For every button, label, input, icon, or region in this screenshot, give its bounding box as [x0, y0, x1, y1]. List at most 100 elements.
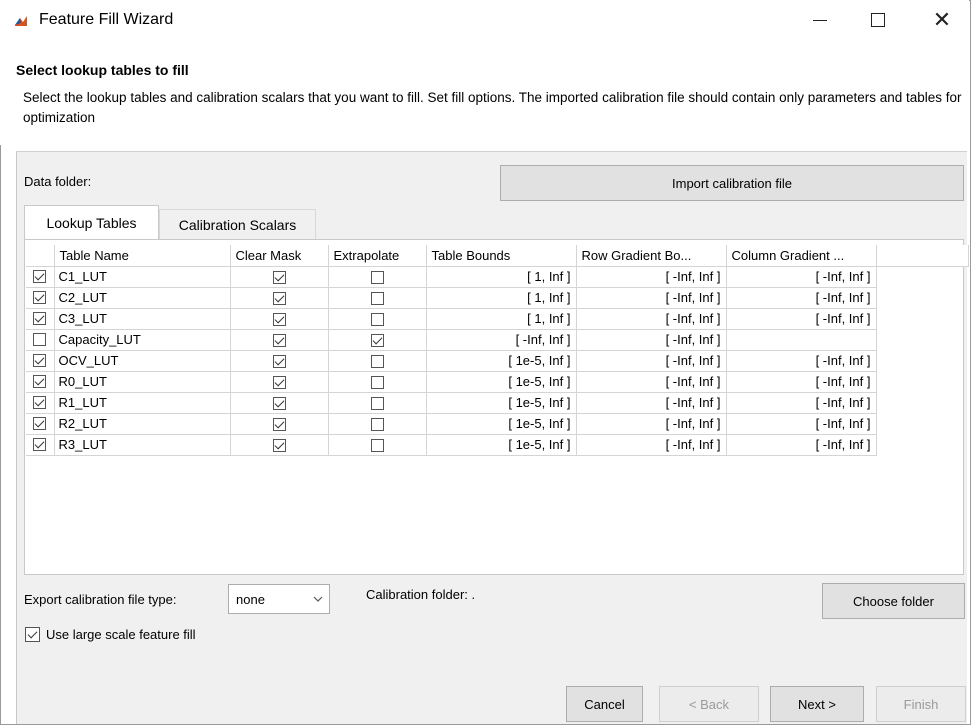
- row-select-cell[interactable]: [26, 413, 55, 435]
- export-file-type-select[interactable]: none: [228, 584, 330, 614]
- table-bounds-cell[interactable]: [ 1, Inf ]: [426, 287, 577, 309]
- extrapolate-checkbox[interactable]: [370, 397, 384, 411]
- table-name-cell[interactable]: R1_LUT: [54, 392, 231, 414]
- row-select-cell[interactable]: [26, 266, 55, 288]
- clear-mask-checkbox[interactable]: [272, 313, 286, 327]
- row-select-checkbox[interactable]: [33, 354, 47, 367]
- row-select-checkbox[interactable]: [33, 396, 47, 409]
- row-select-checkbox[interactable]: [33, 291, 47, 304]
- table-bounds-cell[interactable]: [ 1e-5, Inf ]: [426, 392, 577, 414]
- row-select-checkbox[interactable]: [33, 417, 47, 430]
- close-button[interactable]: ✕: [920, 0, 964, 40]
- extrapolate-cell[interactable]: [328, 413, 427, 435]
- chevron-down-icon[interactable]: [307, 585, 329, 613]
- clear-mask-checkbox[interactable]: [272, 334, 286, 348]
- column-header-select[interactable]: [26, 245, 55, 267]
- import-calibration-button[interactable]: Import calibration file: [500, 165, 964, 201]
- clear-mask-cell[interactable]: [230, 287, 329, 309]
- row-gradient-cell[interactable]: [ -Inf, Inf ]: [576, 329, 727, 351]
- back-button[interactable]: < Back: [659, 686, 759, 722]
- table-row[interactable]: R3_LUT[ 1e-5, Inf ][ -Inf, Inf ][ -Inf, …: [26, 434, 968, 456]
- clear-mask-checkbox[interactable]: [272, 439, 286, 453]
- extrapolate-cell[interactable]: [328, 308, 427, 330]
- tab-lookup-tables[interactable]: Lookup Tables: [24, 205, 159, 239]
- table-bounds-cell[interactable]: [ 1e-5, Inf ]: [426, 371, 577, 393]
- column-header-table-bounds[interactable]: Table Bounds: [426, 245, 577, 267]
- clear-mask-cell[interactable]: [230, 371, 329, 393]
- clear-mask-checkbox[interactable]: [272, 376, 286, 390]
- table-name-cell[interactable]: C1_LUT: [54, 266, 231, 288]
- extrapolate-cell[interactable]: [328, 287, 427, 309]
- extrapolate-checkbox[interactable]: [370, 271, 384, 285]
- row-select-cell[interactable]: [26, 434, 55, 456]
- column-header-row-gradient[interactable]: Row Gradient Bo...: [576, 245, 727, 267]
- table-row[interactable]: R2_LUT[ 1e-5, Inf ][ -Inf, Inf ][ -Inf, …: [26, 413, 968, 435]
- finish-button[interactable]: Finish: [876, 686, 966, 722]
- table-row[interactable]: R0_LUT[ 1e-5, Inf ][ -Inf, Inf ][ -Inf, …: [26, 371, 968, 393]
- cancel-button[interactable]: Cancel: [566, 686, 643, 722]
- extrapolate-cell[interactable]: [328, 350, 427, 372]
- table-row[interactable]: Capacity_LUT [ -Inf, Inf ][ -Inf, Inf ]: [26, 329, 968, 351]
- row-gradient-cell[interactable]: [ -Inf, Inf ]: [576, 287, 727, 309]
- clear-mask-checkbox[interactable]: [272, 271, 286, 285]
- row-select-cell[interactable]: [26, 371, 55, 393]
- row-gradient-cell[interactable]: [ -Inf, Inf ]: [576, 266, 727, 288]
- table-bounds-cell[interactable]: [ 1e-5, Inf ]: [426, 413, 577, 435]
- extrapolate-checkbox[interactable]: [370, 439, 384, 453]
- row-gradient-cell[interactable]: [ -Inf, Inf ]: [576, 371, 727, 393]
- column-gradient-cell[interactable]: [ -Inf, Inf ]: [726, 392, 877, 414]
- column-gradient-cell[interactable]: [ -Inf, Inf ]: [726, 287, 877, 309]
- row-select-cell[interactable]: [26, 329, 55, 351]
- column-gradient-cell[interactable]: [ -Inf, Inf ]: [726, 413, 877, 435]
- table-name-cell[interactable]: R2_LUT: [54, 413, 231, 435]
- column-gradient-cell[interactable]: [ -Inf, Inf ]: [726, 308, 877, 330]
- table-row[interactable]: C2_LUT[ 1, Inf ][ -Inf, Inf ][ -Inf, Inf…: [26, 287, 968, 309]
- table-row[interactable]: OCV_LUT[ 1e-5, Inf ][ -Inf, Inf ][ -Inf,…: [26, 350, 968, 372]
- extrapolate-cell[interactable]: [328, 371, 427, 393]
- minimize-button[interactable]: [798, 0, 842, 40]
- table-name-cell[interactable]: C2_LUT: [54, 287, 231, 309]
- row-select-checkbox[interactable]: [33, 438, 47, 451]
- column-header-table-name[interactable]: Table Name: [54, 245, 231, 267]
- choose-folder-button[interactable]: Choose folder: [822, 583, 965, 619]
- extrapolate-checkbox[interactable]: [370, 313, 384, 327]
- clear-mask-cell[interactable]: [230, 350, 329, 372]
- column-header-column-gradient[interactable]: Column Gradient ...: [726, 245, 877, 267]
- next-button[interactable]: Next >: [770, 686, 864, 722]
- table-bounds-cell[interactable]: [ 1, Inf ]: [426, 266, 577, 288]
- table-row[interactable]: C3_LUT[ 1, Inf ][ -Inf, Inf ][ -Inf, Inf…: [26, 308, 968, 330]
- column-gradient-cell[interactable]: [726, 329, 877, 351]
- row-select-checkbox[interactable]: [33, 375, 47, 388]
- extrapolate-checkbox[interactable]: [370, 418, 384, 432]
- table-row[interactable]: C1_LUT[ 1, Inf ][ -Inf, Inf ][ -Inf, Inf…: [26, 266, 968, 288]
- row-gradient-cell[interactable]: [ -Inf, Inf ]: [576, 413, 727, 435]
- row-select-cell[interactable]: [26, 350, 55, 372]
- clear-mask-checkbox[interactable]: [272, 292, 286, 306]
- column-header-extrapolate[interactable]: Extrapolate: [328, 245, 427, 267]
- table-name-cell[interactable]: C3_LUT: [54, 308, 231, 330]
- row-select-cell[interactable]: [26, 392, 55, 414]
- column-gradient-cell[interactable]: [ -Inf, Inf ]: [726, 266, 877, 288]
- extrapolate-checkbox[interactable]: [370, 292, 384, 306]
- clear-mask-cell[interactable]: [230, 413, 329, 435]
- row-select-cell[interactable]: [26, 308, 55, 330]
- table-bounds-cell[interactable]: [ 1e-5, Inf ]: [426, 434, 577, 456]
- extrapolate-checkbox[interactable]: [370, 334, 384, 348]
- table-row[interactable]: R1_LUT[ 1e-5, Inf ][ -Inf, Inf ][ -Inf, …: [26, 392, 968, 414]
- table-bounds-cell[interactable]: [ 1, Inf ]: [426, 308, 577, 330]
- clear-mask-checkbox[interactable]: [272, 397, 286, 411]
- column-gradient-cell[interactable]: [ -Inf, Inf ]: [726, 434, 877, 456]
- clear-mask-checkbox[interactable]: [272, 355, 286, 369]
- row-gradient-cell[interactable]: [ -Inf, Inf ]: [576, 308, 727, 330]
- column-gradient-cell[interactable]: [ -Inf, Inf ]: [726, 371, 877, 393]
- maximize-button[interactable]: [856, 0, 900, 40]
- table-name-cell[interactable]: Capacity_LUT: [54, 329, 231, 351]
- table-name-cell[interactable]: OCV_LUT: [54, 350, 231, 372]
- table-bounds-cell[interactable]: [ 1e-5, Inf ]: [426, 350, 577, 372]
- extrapolate-cell[interactable]: [328, 266, 427, 288]
- row-select-checkbox[interactable]: [33, 312, 47, 325]
- row-select-checkbox[interactable]: [33, 270, 47, 283]
- table-name-cell[interactable]: R0_LUT: [54, 371, 231, 393]
- row-select-cell[interactable]: [26, 287, 55, 309]
- row-gradient-cell[interactable]: [ -Inf, Inf ]: [576, 350, 727, 372]
